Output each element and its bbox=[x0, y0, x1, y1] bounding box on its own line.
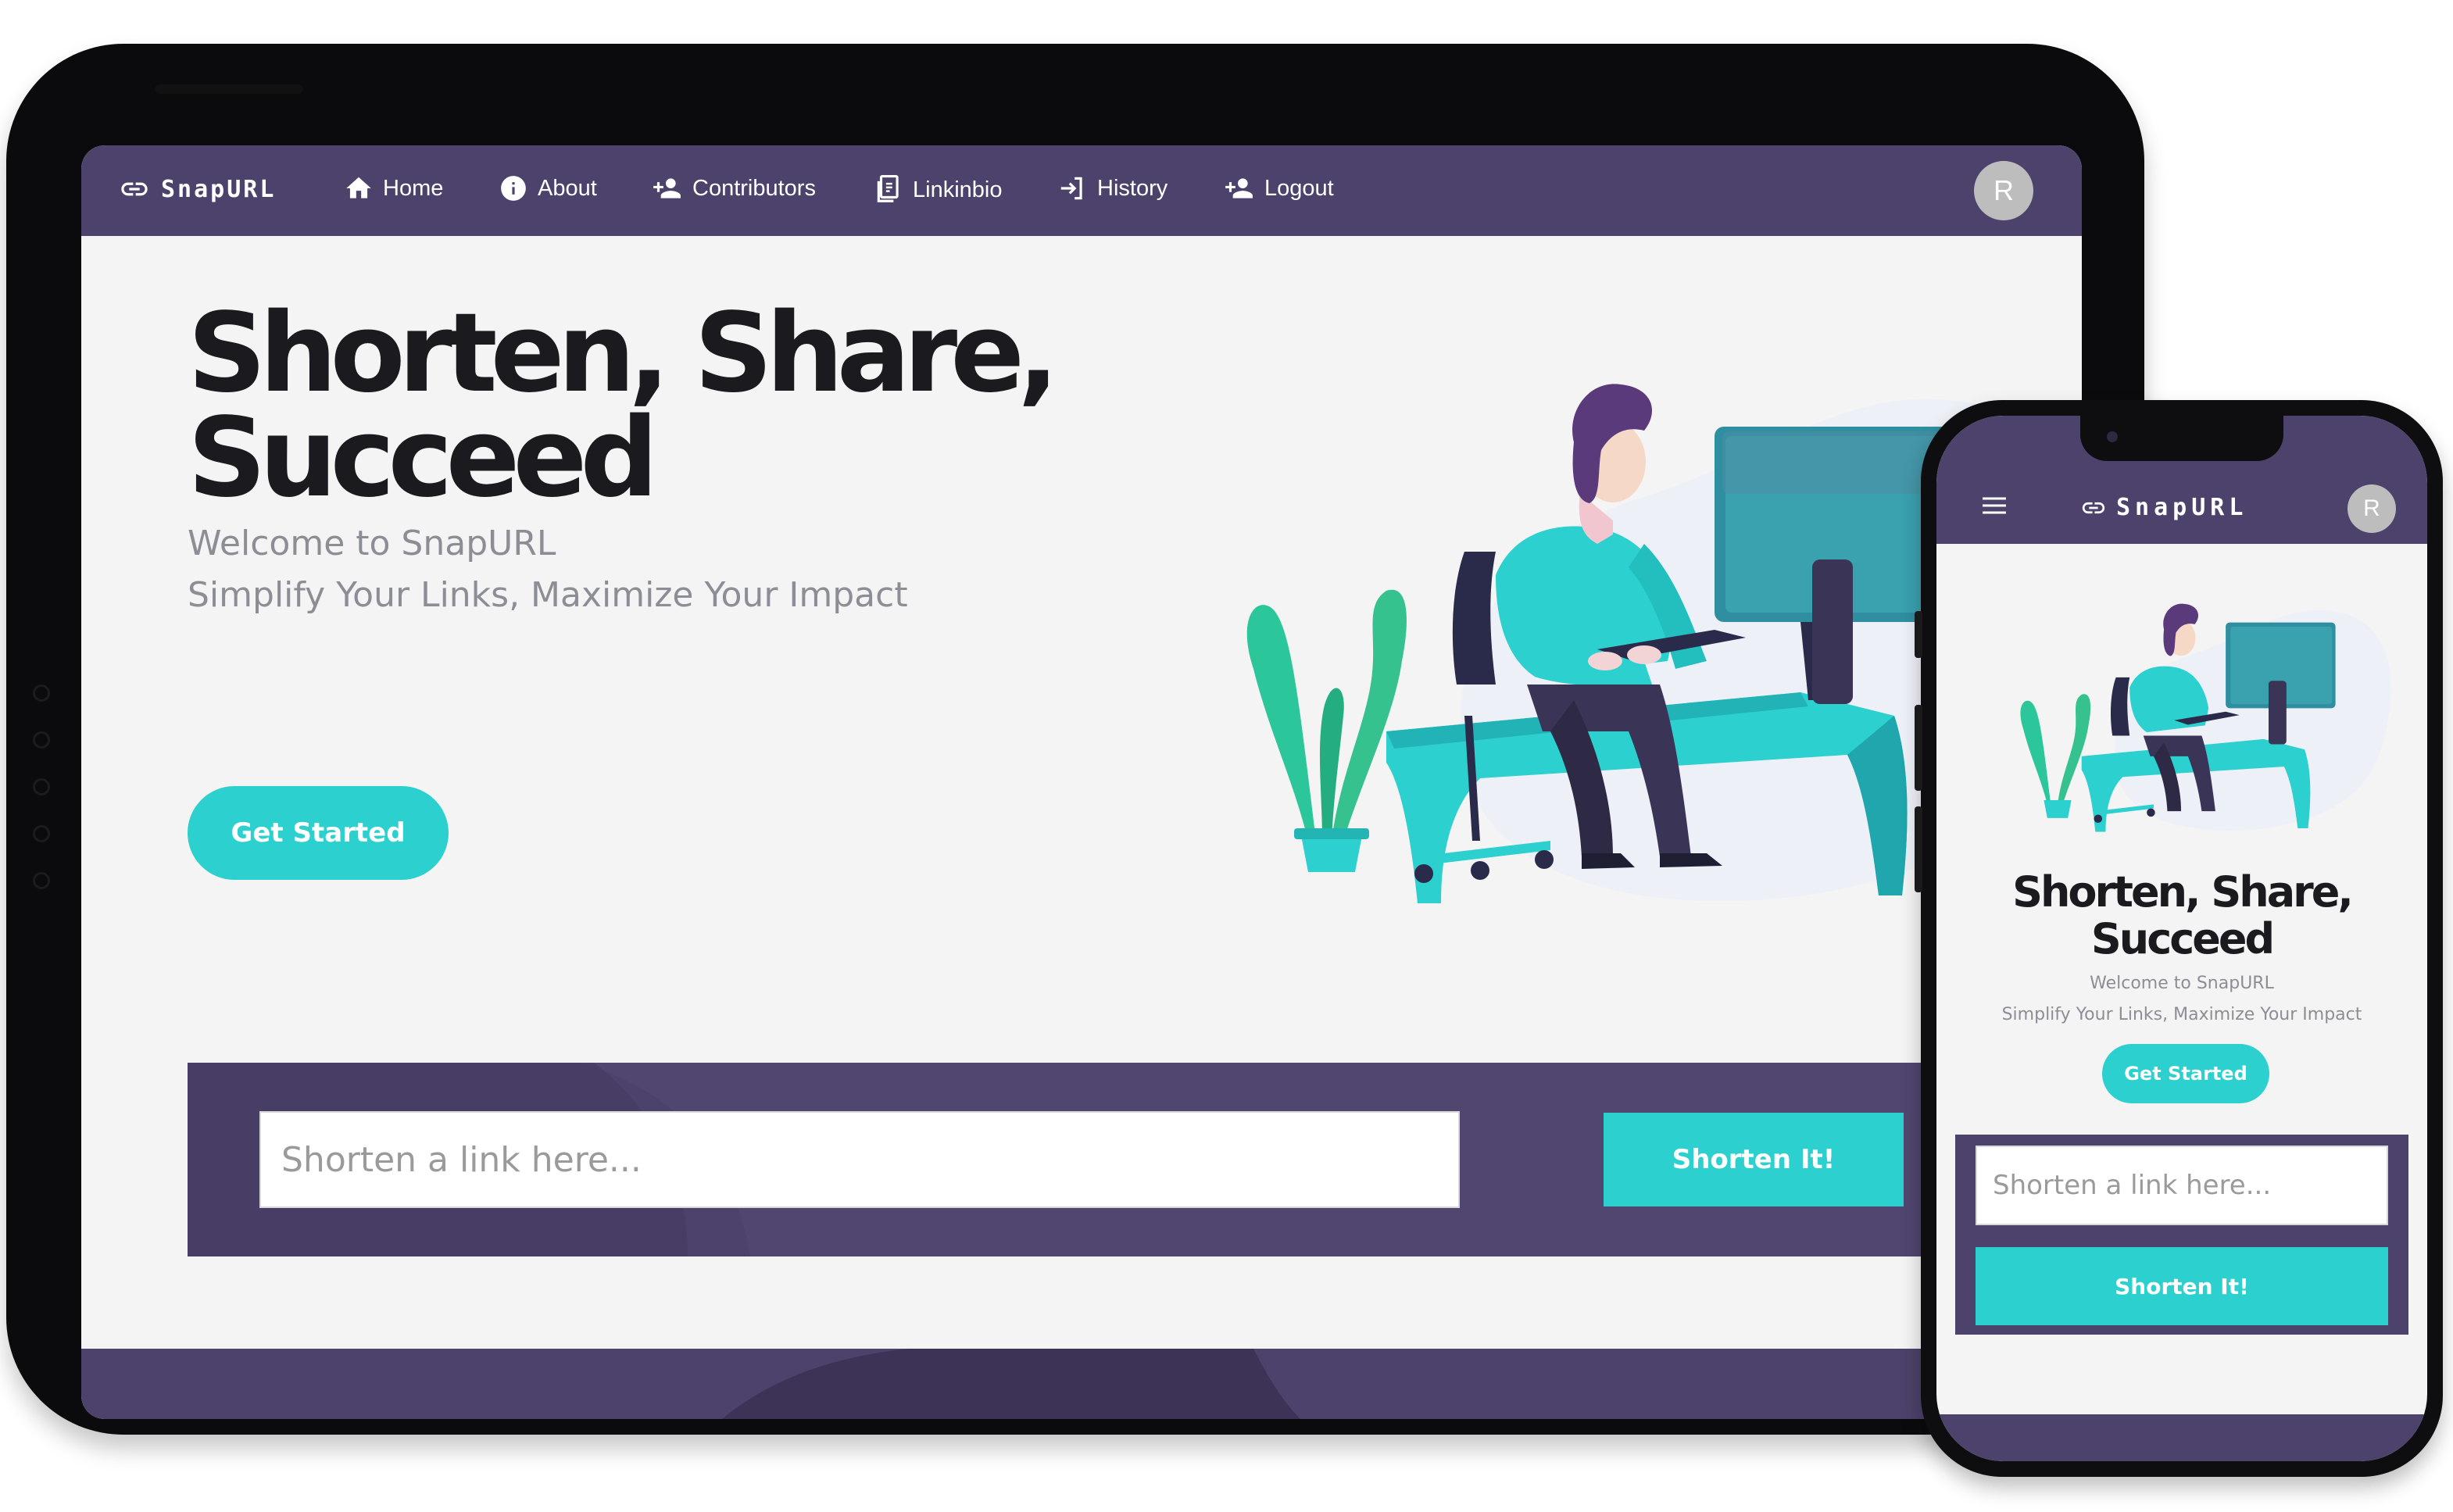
brand-name: SnapURL bbox=[161, 175, 277, 203]
hero-subtitle-welcome: Welcome to SnapURL bbox=[188, 524, 556, 563]
mobile-hero-subtitle-welcome: Welcome to SnapURL bbox=[2090, 974, 2274, 993]
home-icon bbox=[344, 173, 374, 203]
phone-volume-down bbox=[1915, 806, 1922, 892]
nav-home-label: Home bbox=[383, 175, 444, 201]
hamburger-icon[interactable] bbox=[1980, 494, 2008, 517]
get-started-button[interactable]: Get Started bbox=[188, 786, 449, 880]
document-icon bbox=[874, 173, 903, 206]
add-person-icon bbox=[1221, 173, 1255, 203]
mobile-brand-logo[interactable]: SnapURL bbox=[2080, 494, 2247, 521]
tablet-sensor-dots bbox=[33, 685, 52, 919]
add-person-icon bbox=[649, 173, 683, 203]
nav-contributors-label: Contributors bbox=[692, 175, 816, 201]
tablet-screen: SnapURL Home About Contributors Linkinbi… bbox=[81, 145, 2082, 1419]
info-icon bbox=[499, 173, 528, 203]
phone-device: SnapURL R Shorten, Share, Succeed Welcom… bbox=[1915, 400, 2443, 1477]
mobile-shorten-it-button[interactable]: Shorten It! bbox=[1976, 1247, 2388, 1325]
avatar[interactable]: R bbox=[1974, 161, 2033, 220]
footer-bar bbox=[81, 1349, 2082, 1419]
mobile-shortener-panel: Shorten It! bbox=[1955, 1135, 2408, 1335]
tablet-power-button bbox=[155, 84, 303, 94]
phone-volume-up bbox=[1915, 705, 1922, 791]
nav-contributors[interactable]: Contributors bbox=[649, 173, 816, 203]
mobile-hero-subtitle-tagline: Simplify Your Links, Maximize Your Impac… bbox=[2001, 1005, 2362, 1024]
mobile-brand-name: SnapURL bbox=[2116, 494, 2248, 521]
phone-mute-switch bbox=[1915, 611, 1922, 658]
nav-logout[interactable]: Logout bbox=[1221, 173, 1334, 203]
link-icon bbox=[2080, 495, 2107, 521]
nav-about[interactable]: About bbox=[499, 173, 597, 203]
shortener-panel: Shorten It! bbox=[188, 1063, 2082, 1256]
brand-logo[interactable]: SnapURL bbox=[119, 173, 276, 205]
mobile-footer-bar bbox=[1936, 1414, 2427, 1461]
tablet-device: SnapURL Home About Contributors Linkinbi… bbox=[6, 44, 2144, 1435]
phone-screen: SnapURL R Shorten, Share, Succeed Welcom… bbox=[1936, 416, 2427, 1461]
nav-history[interactable]: History bbox=[1057, 173, 1167, 203]
navbar: SnapURL Home About Contributors Linkinbi… bbox=[81, 145, 2082, 236]
link-icon bbox=[119, 173, 150, 205]
nav-history-label: History bbox=[1097, 175, 1168, 201]
mobile-hero-illustration bbox=[1968, 564, 2427, 845]
mobile-avatar[interactable]: R bbox=[2348, 484, 2396, 533]
mobile-get-started-button[interactable]: Get Started bbox=[2102, 1044, 2269, 1103]
phone-notch bbox=[2080, 416, 2283, 461]
hero-headline: Shorten, Share, Succeed bbox=[188, 290, 1059, 522]
login-arrow-icon bbox=[1057, 173, 1088, 203]
nav-linkinbio[interactable]: Linkinbio bbox=[874, 173, 1002, 206]
footer-decoration bbox=[722, 1349, 1300, 1419]
shorten-link-input[interactable] bbox=[259, 1111, 1460, 1208]
nav-logout-label: Logout bbox=[1264, 175, 1334, 201]
nav-home[interactable]: Home bbox=[344, 173, 443, 203]
nav-about-label: About bbox=[538, 175, 597, 201]
shorten-it-button[interactable]: Shorten It! bbox=[1604, 1113, 1904, 1206]
nav-linkinbio-label: Linkinbio bbox=[913, 177, 1003, 202]
hero-subtitle-tagline: Simplify Your Links, Maximize Your Impac… bbox=[188, 575, 908, 615]
mobile-shorten-link-input[interactable] bbox=[1976, 1146, 2388, 1225]
camera-icon bbox=[2107, 431, 2118, 442]
mobile-hero-headline: Shorten, Share, Succeed bbox=[2012, 867, 2354, 963]
